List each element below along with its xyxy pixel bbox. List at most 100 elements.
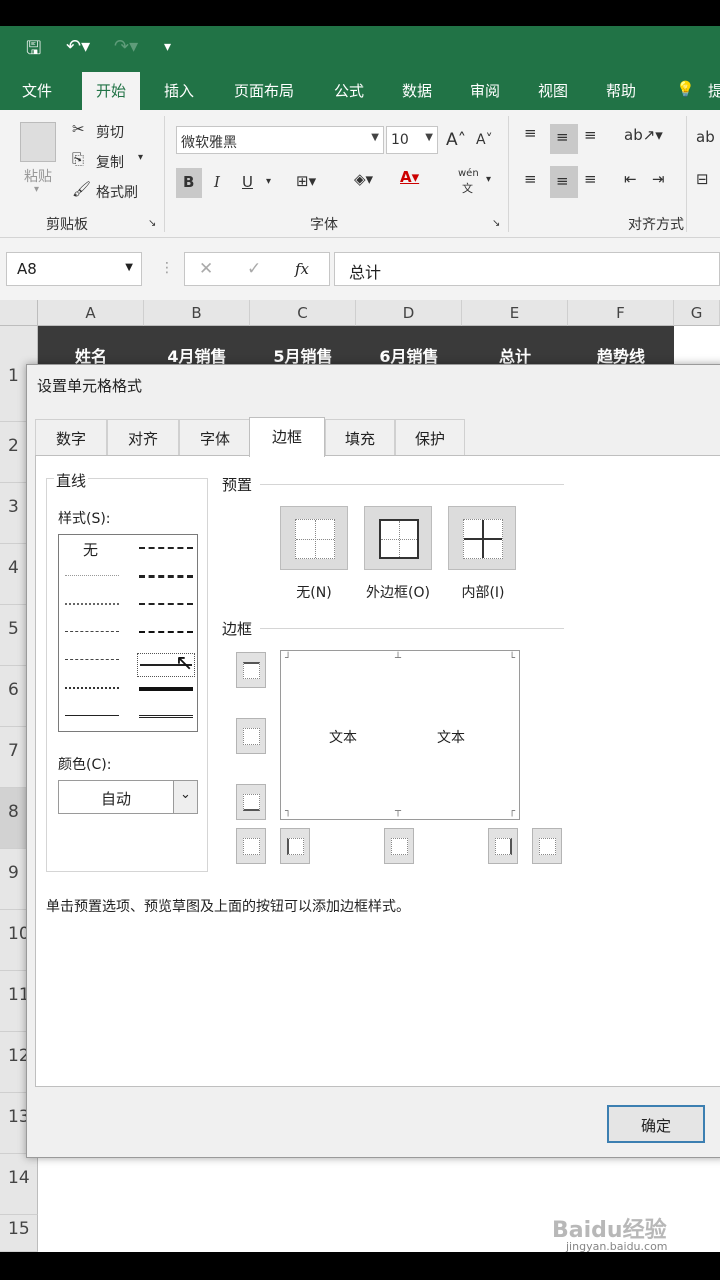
decrease-indent-icon[interactable]: ⇤ xyxy=(624,170,637,188)
border-left-button[interactable] xyxy=(280,828,310,864)
column-header[interactable]: A xyxy=(38,300,144,326)
tab-data[interactable]: 数据 xyxy=(402,80,432,101)
border-bottom-button[interactable] xyxy=(236,784,266,820)
bold-button[interactable]: B xyxy=(176,168,202,198)
underline-button[interactable]: U xyxy=(242,173,253,191)
line-style-option[interactable] xyxy=(139,547,193,549)
tab-home[interactable]: 开始 xyxy=(82,72,141,110)
border-diagonal-down-button[interactable] xyxy=(532,828,562,864)
header-cell[interactable]: 姓名 xyxy=(38,326,144,368)
align-bottom-icon[interactable]: ≡ xyxy=(584,126,597,144)
header-cell[interactable]: 5月销售 xyxy=(250,326,356,368)
preset-none-button[interactable] xyxy=(280,506,348,570)
border-inside-horizontal-button[interactable] xyxy=(236,718,266,754)
formula-input[interactable]: 总计 xyxy=(334,252,720,286)
preset-inside-button[interactable] xyxy=(448,506,516,570)
row-header[interactable]: 15 xyxy=(0,1215,38,1252)
line-style-option[interactable] xyxy=(139,631,193,633)
tab-tell-me[interactable]: 提 xyxy=(708,80,720,101)
save-icon[interactable]: 🖫 xyxy=(26,36,41,66)
fill-color-icon[interactable]: ◈▾ xyxy=(354,170,373,188)
tab-font[interactable]: 字体 xyxy=(179,419,251,455)
line-style-option[interactable] xyxy=(65,659,119,660)
tab-number[interactable]: 数字 xyxy=(35,419,107,455)
clipboard-launcher-icon[interactable]: ↘ xyxy=(148,218,156,229)
header-cell[interactable]: 4月销售 xyxy=(144,326,250,368)
color-dropdown[interactable]: 自动 ⌄ xyxy=(58,780,198,814)
format-painter-icon[interactable]: 🖌 xyxy=(72,180,91,198)
grow-font-icon[interactable]: A˄ xyxy=(446,130,466,150)
phonetic-dropdown-icon[interactable]: ▾ xyxy=(486,174,491,185)
tab-file[interactable]: 文件 xyxy=(22,80,52,101)
paste-icon[interactable] xyxy=(20,122,56,162)
customize-qat-icon[interactable]: ▾ xyxy=(164,39,171,55)
select-all-corner[interactable] xyxy=(0,300,38,326)
header-cell[interactable]: 趋势线 xyxy=(568,326,674,368)
scissors-icon[interactable]: ✂ xyxy=(72,120,85,138)
column-header[interactable]: E xyxy=(462,300,568,326)
chevron-down-icon[interactable]: ⌄ xyxy=(173,781,197,813)
insert-function-icon[interactable]: fx xyxy=(295,260,309,278)
tab-help[interactable]: 帮助 xyxy=(606,80,636,101)
align-left-icon[interactable]: ≡ xyxy=(524,170,537,188)
tab-insert[interactable]: 插入 xyxy=(164,80,194,101)
column-header[interactable]: F xyxy=(568,300,674,326)
phonetic-wen-char[interactable]: 文 xyxy=(462,180,473,196)
line-style-option[interactable] xyxy=(65,687,119,689)
column-header[interactable]: D xyxy=(356,300,462,326)
tab-page-layout[interactable]: 页面布局 xyxy=(234,80,294,101)
tab-formulas[interactable]: 公式 xyxy=(334,80,364,101)
border-right-button[interactable] xyxy=(488,828,518,864)
redo-icon[interactable]: ↷▾ xyxy=(114,36,138,57)
preset-none-label[interactable]: 无(N) xyxy=(284,582,344,602)
paste-button[interactable]: 粘贴 xyxy=(24,166,52,186)
font-launcher-icon[interactable]: ↘ xyxy=(492,218,500,229)
undo-icon[interactable]: ↶▾ xyxy=(66,36,90,57)
copy-icon[interactable]: ⎘ xyxy=(72,150,84,168)
column-header[interactable]: B xyxy=(144,300,250,326)
line-style-option[interactable] xyxy=(139,687,193,691)
tab-review[interactable]: 审阅 xyxy=(470,80,500,101)
name-box[interactable]: A8 ▼ xyxy=(6,252,142,286)
align-center-icon[interactable]: ≡ xyxy=(550,166,578,198)
tab-fill[interactable]: 填充 xyxy=(325,419,395,455)
line-style-list[interactable]: 无 ↖ xyxy=(58,534,198,732)
line-style-option[interactable] xyxy=(65,631,119,632)
tab-alignment[interactable]: 对齐 xyxy=(107,419,179,455)
line-style-option[interactable] xyxy=(65,715,119,716)
line-style-none[interactable]: 无 xyxy=(83,539,98,560)
align-middle-icon[interactable]: ≡ xyxy=(550,124,578,154)
copy-button[interactable]: 复制 xyxy=(96,152,124,172)
preset-outline-button[interactable] xyxy=(364,506,432,570)
align-top-icon[interactable]: ≡ xyxy=(524,124,537,142)
phonetic-wen[interactable]: wén xyxy=(458,168,479,179)
line-style-option[interactable] xyxy=(65,603,119,605)
tab-view[interactable]: 视图 xyxy=(538,80,568,101)
border-icon[interactable]: ⊞▾ xyxy=(296,172,316,190)
column-header[interactable]: C xyxy=(250,300,356,326)
font-color-icon[interactable]: A▾ xyxy=(400,168,419,186)
line-style-option[interactable] xyxy=(139,715,193,718)
line-style-option[interactable] xyxy=(139,603,193,605)
border-preview-area[interactable]: 文本 文本 ┘ ┴ └ ┐ ┬ ┌ xyxy=(280,650,520,820)
cut-button[interactable]: 剪切 xyxy=(96,122,124,142)
paste-dropdown-icon[interactable]: ▾ xyxy=(34,184,39,195)
header-cell[interactable]: 6月销售 xyxy=(356,326,462,368)
font-name-combo[interactable]: 微软雅黑 ▼ xyxy=(176,126,384,154)
font-size-combo[interactable]: 10 ▼ xyxy=(386,126,438,154)
row-header[interactable]: 14 xyxy=(0,1154,38,1215)
tab-protection[interactable]: 保护 xyxy=(395,419,465,455)
copy-dropdown-icon[interactable]: ▾ xyxy=(138,152,143,163)
preset-outline-label[interactable]: 外边框(O) xyxy=(352,582,444,602)
border-top-button[interactable] xyxy=(236,652,266,688)
line-style-option[interactable] xyxy=(65,575,119,576)
border-inside-vertical-button[interactable] xyxy=(384,828,414,864)
tab-border[interactable]: 边框 xyxy=(249,417,325,457)
shrink-font-icon[interactable]: A˅ xyxy=(476,132,493,148)
align-right-icon[interactable]: ≡ xyxy=(584,170,597,188)
preset-inside-label[interactable]: 内部(I) xyxy=(448,582,518,602)
format-painter-button[interactable]: 格式刷 xyxy=(96,182,138,202)
border-diagonal-up-button[interactable] xyxy=(236,828,266,864)
ok-button[interactable]: 确定 xyxy=(607,1105,705,1143)
orientation-icon[interactable]: ab↗▾ xyxy=(624,126,663,144)
